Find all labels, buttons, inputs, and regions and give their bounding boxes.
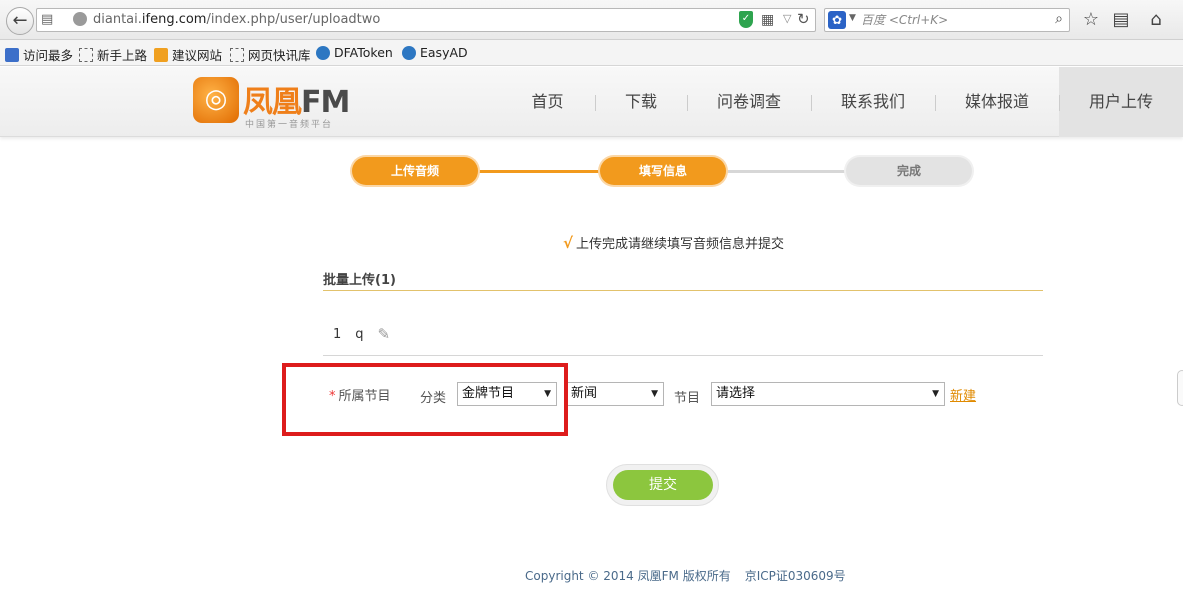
browser-toolbar: ← ▤ diantai.ifeng.com/index.php/user/upl… (0, 0, 1183, 40)
site-logo[interactable]: ◎ 凤凰FM 中国第一音频平台 (193, 77, 368, 130)
reload-icon[interactable]: ↻ (797, 10, 810, 28)
home-icon[interactable]: ⌂ (1145, 9, 1167, 30)
file-index: 1 (333, 326, 342, 342)
submit-button[interactable]: 提交 (613, 470, 713, 500)
search-icon[interactable]: ⌕ (1055, 11, 1063, 27)
bookmarks-bar: 访问最多 新手上路 建议网站 网页快讯库 DFAToken EasyAD (0, 40, 1183, 66)
bookmark-label: 访问最多 (23, 48, 74, 63)
search-input[interactable] (861, 11, 1041, 29)
program-select[interactable]: 请选择 ▼ (711, 382, 945, 406)
batch-upload-title: 批量上传(1) (323, 273, 396, 288)
bookmark-label: 新手上路 (97, 48, 148, 63)
step-complete: 完成 (846, 157, 972, 185)
program-sublabel: 节目 (674, 391, 701, 406)
url-text[interactable]: diantai.ifeng.com/index.php/user/uploadt… (93, 12, 380, 27)
nav-home[interactable]: 首页 (500, 67, 595, 137)
star-icon[interactable]: ☆ (1080, 9, 1102, 30)
step-connector-todo (724, 170, 848, 173)
bookmark-icon (79, 47, 93, 62)
bookmark-icon (230, 47, 244, 62)
footer-copyright: Copyright © 2014 凤凰FM 版权所有 (525, 569, 731, 583)
divider (323, 290, 1043, 291)
globe-icon (73, 12, 87, 26)
bookmark-icon (154, 47, 168, 62)
bookmark-getting-started[interactable]: 新手上路 (79, 45, 147, 64)
annotation-highlight-box (282, 363, 568, 436)
bookmark-label: 建议网站 (172, 48, 223, 63)
bookmark-dfatoken[interactable]: DFAToken (316, 45, 393, 60)
upload-steps: 上传音频 填写信息 完成 (352, 157, 972, 185)
nav-survey[interactable]: 问卷调查 (687, 67, 811, 137)
main-nav: 首页 下载 问卷调查 联系我们 媒体报道 用户上传 (500, 67, 1183, 137)
file-row: 1 q ✎ (333, 325, 390, 343)
page-info-icon[interactable]: ▤ (41, 12, 53, 27)
logo-wordmark: 凤凰FM (243, 85, 350, 120)
bookmark-easyad[interactable]: EasyAD (402, 45, 468, 60)
site-footer: Copyright © 2014 凤凰FM 版权所有 京ICP证030609号 (525, 567, 846, 584)
nav-contact[interactable]: 联系我们 (811, 67, 935, 137)
nav-download[interactable]: 下载 (595, 67, 687, 137)
notice-text: 上传完成请继续填写音频信息并提交 (576, 237, 785, 252)
subcategory-select[interactable]: 新闻 ▼ (566, 382, 664, 406)
back-arrow-icon[interactable]: ← (6, 7, 34, 35)
qr-code-icon[interactable]: ▦ (761, 12, 774, 28)
reading-list-icon[interactable]: ▤ (1110, 9, 1132, 30)
baidu-paw-icon[interactable]: ✿ (828, 11, 846, 29)
bookmark-label: DFAToken (334, 45, 393, 60)
ie-icon (402, 45, 416, 60)
subcategory-select-value: 新闻 (571, 386, 598, 401)
caret-down-icon[interactable]: ▼ (849, 13, 856, 23)
chevron-down-icon[interactable]: ▽ (783, 12, 791, 25)
shield-icon[interactable]: ✓ (739, 11, 753, 28)
file-name: q (355, 326, 364, 342)
radio-logo-icon: ◎ (193, 77, 239, 123)
footer-icp[interactable]: 京ICP证030609号 (745, 569, 846, 583)
step-connector-done (476, 170, 600, 173)
check-icon: √ (563, 234, 574, 252)
logo-slogan: 中国第一音频平台 (245, 120, 334, 130)
nav-media[interactable]: 媒体报道 (935, 67, 1059, 137)
ie-icon (316, 45, 330, 60)
edit-icon[interactable]: ✎ (378, 325, 391, 343)
step-fill-info: 填写信息 (600, 157, 726, 185)
bookmark-label: EasyAD (420, 45, 468, 60)
program-select-value: 请选择 (716, 386, 756, 401)
site-header: ◎ 凤凰FM 中国第一音频平台 首页 下载 问卷调查 联系我们 媒体报道 用户上… (0, 67, 1183, 137)
dropdown-arrow-icon: ▼ (932, 389, 939, 399)
nav-user-upload[interactable]: 用户上传 (1059, 67, 1183, 137)
divider (323, 355, 1043, 356)
bookmark-suggested-sites[interactable]: 建议网站 (154, 45, 222, 64)
bookmark-icon (5, 47, 19, 62)
scroll-handle[interactable] (1177, 370, 1183, 406)
dropdown-arrow-icon: ▼ (651, 389, 658, 399)
bookmark-most-visited[interactable]: 访问最多 (5, 45, 73, 64)
search-box: ✿ ▼ ⌕ (824, 8, 1070, 32)
step-upload-audio: 上传音频 (352, 157, 478, 185)
new-program-link[interactable]: 新建 (950, 385, 976, 404)
bookmark-web-slice[interactable]: 网页快讯库 (230, 45, 311, 64)
upload-notice: √ 上传完成请继续填写音频信息并提交 (563, 233, 784, 252)
address-bar[interactable]: ▤ diantai.ifeng.com/index.php/user/uploa… (36, 8, 816, 32)
bookmark-label: 网页快讯库 (248, 48, 311, 63)
